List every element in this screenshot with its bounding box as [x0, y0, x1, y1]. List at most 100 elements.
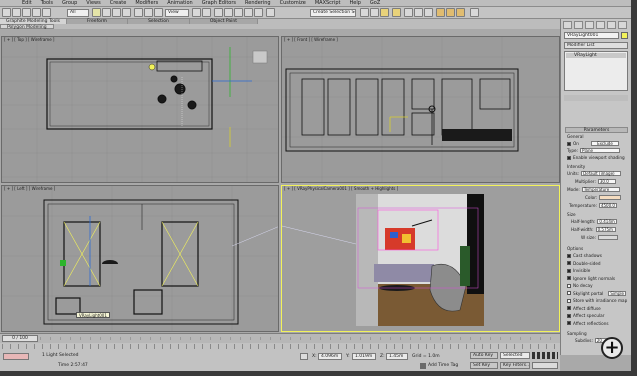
- menu-views[interactable]: Views: [86, 0, 100, 6]
- multiplier-input[interactable]: 30.0: [597, 179, 616, 184]
- half-width-input[interactable]: 0.575m: [595, 227, 616, 232]
- option-checkbox[interactable]: [567, 268, 571, 273]
- tab-object-paint[interactable]: Object Paint: [189, 19, 259, 24]
- mode-dropdown[interactable]: Temperature: [581, 187, 620, 192]
- option-checkbox[interactable]: [567, 313, 571, 318]
- menu-animation[interactable]: Animation: [167, 0, 193, 6]
- menu-customize[interactable]: Customize: [280, 0, 306, 6]
- set-key-button[interactable]: Set Key: [470, 362, 498, 369]
- menu-modifiers[interactable]: Modifiers: [135, 0, 158, 6]
- tab-selection[interactable]: Selection: [128, 19, 190, 24]
- half-length-input[interactable]: 0.414m: [597, 219, 618, 224]
- menu-create[interactable]: Create: [110, 0, 127, 6]
- option-checkbox[interactable]: [567, 283, 571, 288]
- rectangular-selection-icon[interactable]: [112, 8, 121, 17]
- select-object-icon[interactable]: [92, 8, 101, 17]
- add-time-tag[interactable]: Add Time Tag: [428, 363, 458, 368]
- z-coordinate-field[interactable]: 1.45m: [386, 353, 408, 360]
- display-tab-icon[interactable]: [607, 21, 616, 29]
- on-checkbox[interactable]: [567, 141, 571, 146]
- rendered-frame-window-icon[interactable]: [446, 8, 455, 17]
- percent-snap-icon[interactable]: [244, 8, 253, 17]
- temperature-input[interactable]: 4500.0: [598, 203, 617, 208]
- pivot-center-icon[interactable]: [192, 8, 201, 17]
- spinner-snap-icon[interactable]: [254, 8, 263, 17]
- key-filters-button[interactable]: Key Filters...: [500, 362, 530, 369]
- keyboard-shortcut-icon[interactable]: [214, 8, 223, 17]
- material-editor-icon[interactable]: [424, 8, 433, 17]
- select-move-icon[interactable]: [134, 8, 143, 17]
- mirror-icon[interactable]: [360, 8, 369, 17]
- ref-coord-dropdown[interactable]: View: [165, 9, 189, 17]
- menu-maxscript[interactable]: MAXScript: [315, 0, 341, 6]
- menu-goz[interactable]: GoZ: [370, 0, 380, 6]
- object-color-swatch[interactable]: [621, 32, 628, 39]
- link-icon[interactable]: [22, 8, 31, 17]
- schematic-view-icon[interactable]: [414, 8, 423, 17]
- menu-help[interactable]: Help: [350, 0, 361, 6]
- menu-group[interactable]: Group: [62, 0, 77, 6]
- x-coordinate-field[interactable]: 4.096m: [318, 353, 342, 360]
- units-dropdown[interactable]: Default (image): [581, 171, 622, 176]
- menu-edit[interactable]: Edit: [22, 0, 32, 6]
- menu-tools[interactable]: Tools: [41, 0, 53, 6]
- option-checkbox[interactable]: [567, 261, 571, 265]
- snaps-toggle-icon[interactable]: [224, 8, 233, 17]
- viewport-left[interactable]: [ + ] [ Left ] [ Wireframe ] VRayLight00…: [1, 185, 279, 332]
- select-manipulate-icon[interactable]: [202, 8, 211, 17]
- add-plus-icon[interactable]: +: [601, 337, 623, 359]
- viewport-front[interactable]: [ + ] [ Front ] [ Wireframe ]: [281, 36, 560, 183]
- front-viewport-label[interactable]: [ + ] [ Front ] [ Wireframe ]: [284, 37, 338, 42]
- exclude-button[interactable]: Exclude: [590, 141, 619, 146]
- render-production-icon[interactable]: [456, 8, 465, 17]
- y-coordinate-field[interactable]: 1.019m: [352, 353, 376, 360]
- utilities-tab-icon[interactable]: [618, 21, 627, 29]
- window-crossing-icon[interactable]: [122, 8, 131, 17]
- unlink-icon[interactable]: [32, 8, 41, 17]
- current-frame-field[interactable]: [532, 362, 558, 369]
- time-slider-thumb[interactable]: 0 / 100: [2, 335, 38, 342]
- align-icon[interactable]: [370, 8, 379, 17]
- lock-selection-icon[interactable]: [300, 353, 308, 360]
- modifier-list-dropdown[interactable]: Modifier List: [564, 42, 628, 49]
- playback-controls[interactable]: [532, 352, 558, 359]
- track-bar[interactable]: [2, 344, 558, 349]
- layer-manager-icon[interactable]: [380, 8, 389, 17]
- selection-filter-dropdown[interactable]: All: [67, 9, 89, 17]
- motion-tab-icon[interactable]: [596, 21, 605, 29]
- viewport-top[interactable]: [ + ] [ Top ] [ Wireframe ]: [1, 36, 279, 183]
- modifier-stack[interactable]: VRayLight: [564, 51, 628, 91]
- modifier-stack-item[interactable]: VRayLight: [566, 53, 626, 58]
- option-checkbox[interactable]: [567, 253, 571, 258]
- color-swatch[interactable]: [599, 195, 622, 200]
- menu-graph-editors[interactable]: Graph Editors: [202, 0, 236, 6]
- select-by-name-icon[interactable]: [102, 8, 111, 17]
- bind-spacewarp-icon[interactable]: [42, 8, 51, 17]
- extra-tool-icon[interactable]: [470, 8, 479, 17]
- create-tab-icon[interactable]: [563, 21, 572, 29]
- edit-named-selection-icon[interactable]: [266, 8, 275, 17]
- left-viewport-label[interactable]: [ + ] [ Left ] [ Wireframe ]: [4, 186, 55, 191]
- tab-freeform[interactable]: Freeform: [67, 19, 129, 24]
- option-checkbox[interactable]: [567, 298, 571, 303]
- time-slider[interactable]: 0 / 100: [0, 333, 560, 343]
- viewport-shading-checkbox[interactable]: [567, 155, 571, 160]
- option-checkbox[interactable]: [567, 291, 571, 295]
- hierarchy-tab-icon[interactable]: [585, 21, 594, 29]
- maxscript-listener[interactable]: [3, 353, 29, 360]
- menu-rendering[interactable]: Rendering: [245, 0, 271, 6]
- angle-snap-icon[interactable]: [234, 8, 243, 17]
- parameters-rollout[interactable]: Parameters: [565, 127, 628, 133]
- option-checkbox[interactable]: [567, 306, 571, 310]
- top-viewport-label[interactable]: [ + ] [ Top ] [ Wireframe ]: [4, 37, 55, 42]
- auto-key-button[interactable]: Auto Key: [470, 352, 498, 359]
- option-checkbox[interactable]: [567, 321, 571, 325]
- redo-icon[interactable]: [12, 8, 21, 17]
- time-tag-icon[interactable]: [420, 363, 426, 369]
- select-scale-icon[interactable]: [154, 8, 163, 17]
- type-dropdown[interactable]: Plane: [580, 148, 621, 153]
- camera-viewport-label[interactable]: [ + ] [ VRayPhysicalCamera001 ] [ Smooth…: [284, 186, 398, 191]
- object-name-field[interactable]: VRayLight001: [564, 32, 619, 39]
- curve-editor-icon[interactable]: [404, 8, 413, 17]
- viewport-camera[interactable]: [ + ] [ VRayPhysicalCamera001 ] [ Smooth…: [281, 185, 560, 332]
